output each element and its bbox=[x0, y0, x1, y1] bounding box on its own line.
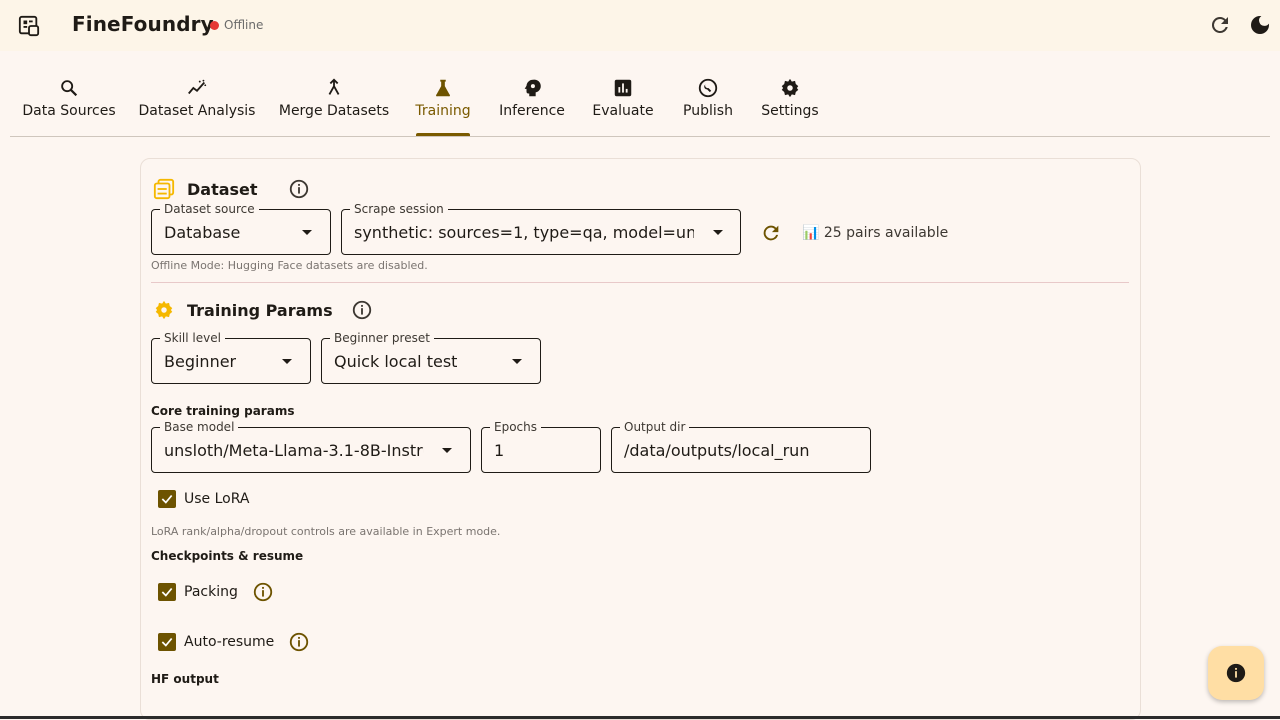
field-value: Quick local test bbox=[334, 352, 458, 371]
tab-evaluate[interactable]: Evaluate bbox=[592, 70, 654, 136]
checkbox-checked-icon bbox=[158, 633, 176, 651]
hf-output-heading: HF output bbox=[151, 672, 219, 686]
base-model-select[interactable]: Base model unsloth/Meta-Llama-3.1-8B-Ins… bbox=[151, 420, 471, 473]
dropdown-arrow-icon bbox=[442, 448, 452, 453]
tab-inference[interactable]: Inference bbox=[499, 70, 565, 136]
app-bar: FineFoundry Offline bbox=[0, 0, 1280, 51]
trending-icon bbox=[188, 79, 207, 95]
tab-settings[interactable]: Settings bbox=[761, 70, 819, 136]
field-value: 1 bbox=[494, 441, 505, 460]
info-fab-button[interactable] bbox=[1208, 646, 1264, 700]
core-params-heading: Core training params bbox=[151, 404, 295, 418]
dropdown-arrow-icon bbox=[713, 230, 723, 235]
checkbox-checked-icon bbox=[158, 490, 176, 508]
tab-training[interactable]: Training bbox=[415, 70, 471, 136]
active-tab-indicator bbox=[416, 133, 470, 136]
gear-icon bbox=[781, 78, 799, 98]
status-dot-icon bbox=[210, 20, 219, 30]
use-lora-checkbox[interactable]: Use LoRA bbox=[158, 490, 249, 508]
checkbox-checked-icon bbox=[158, 583, 176, 601]
field-label: Scrape session bbox=[350, 202, 448, 216]
chart-icon bbox=[614, 79, 632, 97]
checkbox-label: Use LoRA bbox=[184, 491, 250, 507]
field-label: Skill level bbox=[160, 331, 225, 345]
app-logo-icon bbox=[18, 15, 40, 37]
field-value: Database bbox=[164, 223, 241, 242]
tab-merge-datasets[interactable]: Merge Datasets bbox=[278, 70, 390, 136]
field-value: synthetic: sources=1, type=qa, model=uns… bbox=[354, 223, 694, 242]
lora-note: LoRA rank/alpha/dropout controls are ava… bbox=[151, 525, 501, 538]
info-icon[interactable] bbox=[288, 178, 310, 200]
connection-status: Offline bbox=[210, 18, 263, 32]
skill-level-select[interactable]: Skill level Beginner bbox=[151, 331, 311, 384]
field-label: Output dir bbox=[620, 420, 690, 434]
info-icon[interactable] bbox=[288, 631, 310, 653]
offline-note: Offline Mode: Hugging Face datasets are … bbox=[151, 259, 428, 272]
field-value: Beginner bbox=[164, 352, 237, 371]
refresh-sessions-icon[interactable] bbox=[760, 222, 782, 244]
scrape-session-select[interactable]: Scrape session synthetic: sources=1, typ… bbox=[341, 202, 741, 255]
tab-dataset-analysis[interactable]: Dataset Analysis bbox=[139, 70, 255, 136]
training-params-title: Training Params bbox=[187, 300, 333, 320]
info-icon[interactable] bbox=[351, 299, 373, 321]
dark-mode-icon[interactable] bbox=[1248, 13, 1272, 37]
field-label: Beginner preset bbox=[330, 331, 434, 345]
auto-resume-checkbox[interactable]: Auto-resume bbox=[158, 631, 310, 653]
training-card: Dataset Dataset source Database Scrape s… bbox=[140, 158, 1141, 720]
dataset-source-select[interactable]: Dataset source Database bbox=[151, 202, 331, 255]
refresh-icon[interactable] bbox=[1208, 13, 1232, 37]
tab-publish[interactable]: Publish bbox=[682, 70, 734, 136]
info-icon[interactable] bbox=[252, 581, 274, 603]
tab-label: Inference bbox=[499, 103, 565, 119]
psychology-icon bbox=[524, 79, 541, 97]
info-icon bbox=[1226, 663, 1246, 683]
dataset-title: Dataset bbox=[187, 179, 258, 199]
beginner-preset-select[interactable]: Beginner preset Quick local test bbox=[321, 331, 541, 384]
build-icon bbox=[698, 78, 718, 98]
tab-label: Data Sources bbox=[22, 103, 116, 119]
dataset-icon bbox=[153, 178, 175, 200]
merge-icon bbox=[328, 78, 340, 95]
field-value: unsloth/Meta-Llama-3.1-8B-Instru bbox=[164, 441, 424, 460]
dropdown-arrow-icon bbox=[282, 359, 292, 364]
tab-label: Evaluate bbox=[592, 103, 654, 119]
main-tabs: Data Sources Dataset Analysis Merge Data… bbox=[10, 70, 1270, 137]
field-label: Base model bbox=[160, 420, 239, 434]
dropdown-arrow-icon bbox=[302, 230, 312, 235]
dataset-section-header: Dataset bbox=[153, 178, 310, 200]
dropdown-arrow-icon bbox=[512, 359, 522, 364]
packing-checkbox[interactable]: Packing bbox=[158, 581, 274, 603]
tab-label: Dataset Analysis bbox=[138, 103, 256, 119]
gear-icon bbox=[155, 300, 173, 320]
tab-label: Training bbox=[415, 103, 471, 119]
checkpoints-heading: Checkpoints & resume bbox=[151, 549, 304, 563]
output-dir-input[interactable]: Output dir /data/outputs/local_run bbox=[611, 420, 871, 473]
checkbox-label: Packing bbox=[184, 584, 238, 600]
search-icon bbox=[61, 80, 78, 97]
tab-label: Publish bbox=[683, 103, 733, 119]
pairs-available: 📊 25 pairs available bbox=[802, 225, 949, 241]
checkbox-label: Auto-resume bbox=[184, 634, 275, 650]
field-value: /data/outputs/local_run bbox=[624, 441, 810, 460]
tab-label: Settings bbox=[761, 103, 819, 119]
epochs-input[interactable]: Epochs 1 bbox=[481, 420, 601, 473]
field-label: Epochs bbox=[490, 420, 541, 434]
tab-data-sources[interactable]: Data Sources bbox=[22, 70, 116, 136]
field-label: Dataset source bbox=[160, 202, 259, 216]
status-text: Offline bbox=[224, 18, 264, 32]
section-divider bbox=[151, 282, 1129, 283]
tab-label: Merge Datasets bbox=[278, 103, 390, 119]
app-title: FineFoundry bbox=[72, 12, 214, 36]
flask-icon bbox=[436, 79, 450, 97]
training-params-header: Training Params bbox=[153, 299, 373, 321]
